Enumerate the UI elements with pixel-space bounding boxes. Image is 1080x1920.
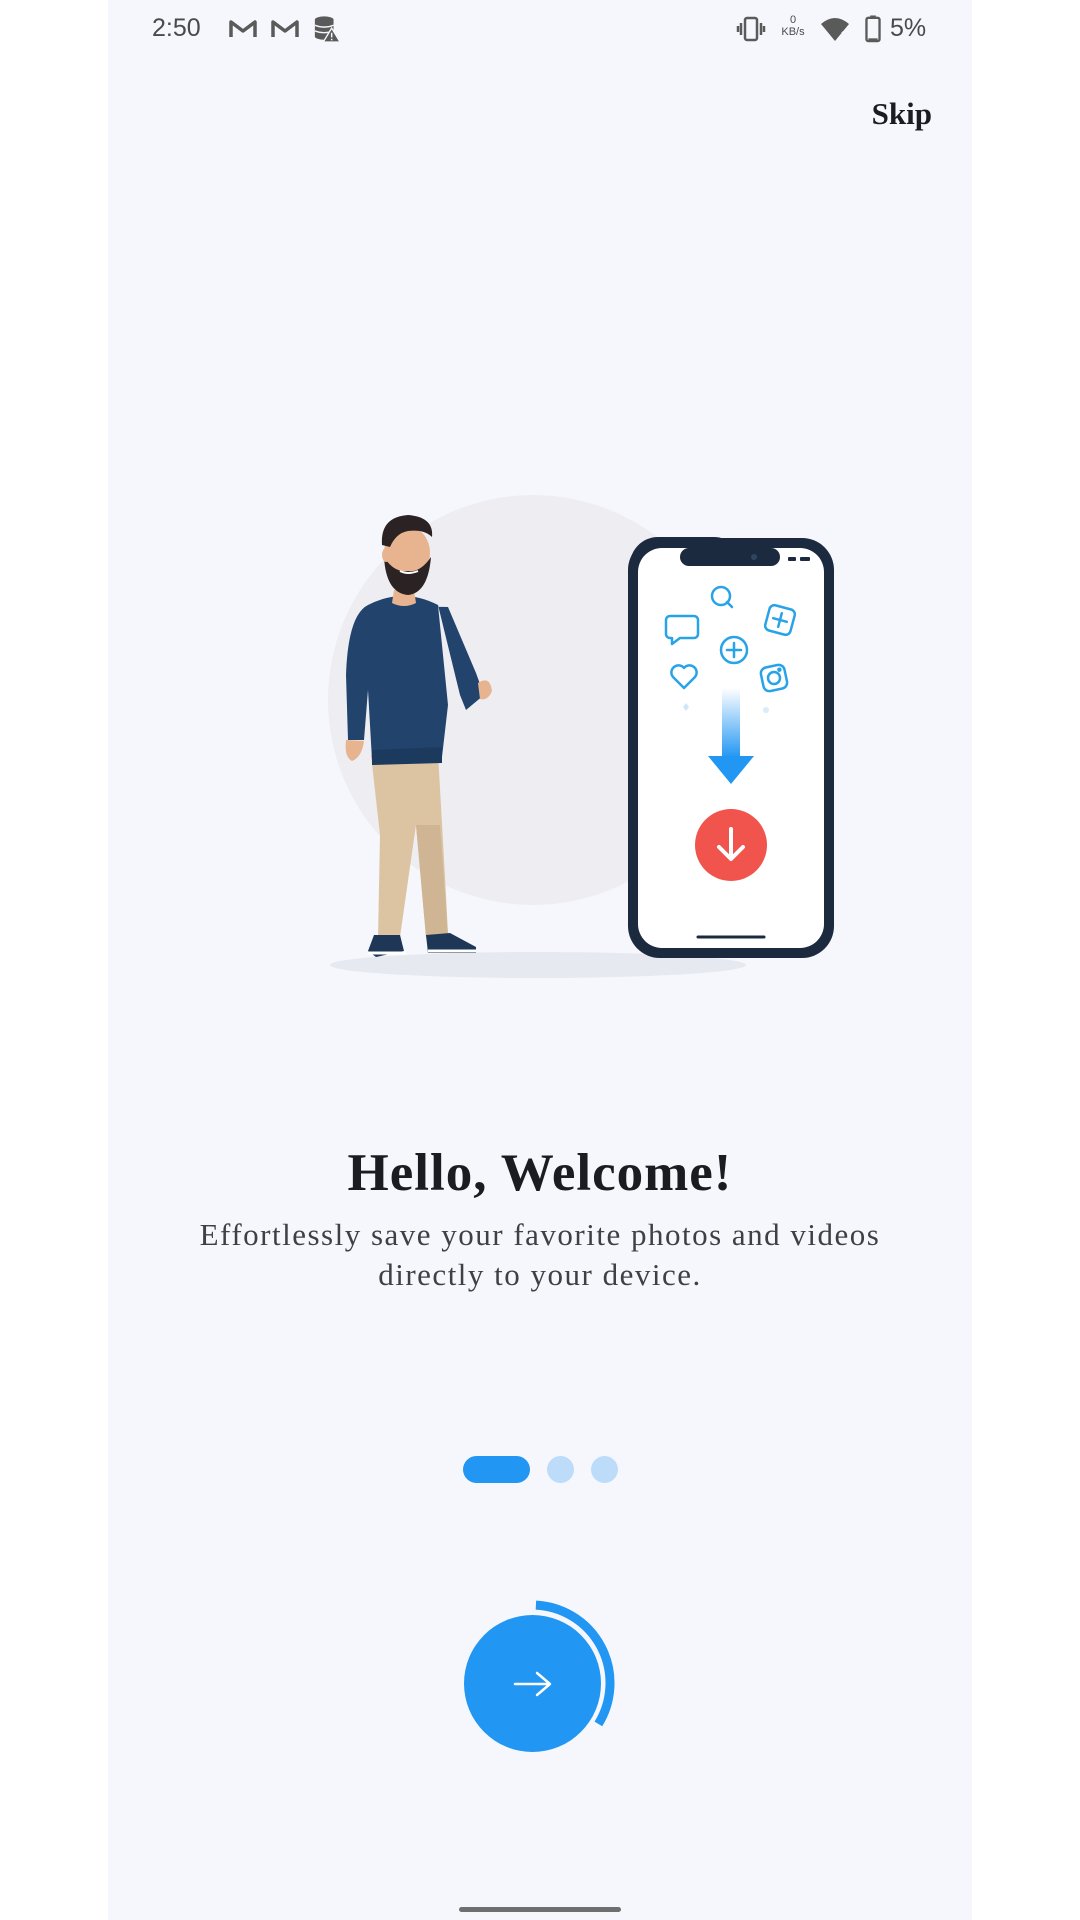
page-dot-1-active: [462, 1455, 530, 1483]
phone-screen-content: [628, 538, 834, 958]
next-button-container: [464, 1578, 640, 1754]
gesture-navigation-bar[interactable]: [459, 1907, 621, 1912]
net-speed-indicator: 0 KB/s: [776, 14, 810, 38]
status-time: 2:50: [152, 14, 201, 42]
welcome-title: Hello, Welcome!: [347, 1144, 733, 1202]
next-button[interactable]: [464, 1615, 601, 1752]
arrow-right-icon: [513, 1671, 551, 1696]
skip-button[interactable]: Skip: [872, 96, 932, 132]
welcome-subtitle: Effortlessly save your favorite photos a…: [199, 1217, 881, 1292]
status-bar: 2:50 0 KB/s 5%: [108, 0, 972, 60]
data-warning-icon: [314, 16, 342, 43]
net-speed-unit: KB/s: [781, 26, 805, 38]
page-indicator: [108, 1455, 972, 1483]
onboarding-screen: 2:50 0 KB/s 5% Skip Hello, Welcome! Effo…: [108, 0, 972, 1920]
battery-percent: 5%: [890, 14, 927, 42]
page-dot-3: [590, 1455, 618, 1483]
battery-icon: [865, 15, 881, 43]
download-button-illustration: [695, 809, 767, 881]
gmail-icon: [229, 20, 257, 37]
net-speed-value: 0: [789, 14, 797, 26]
gmail-icon: [271, 20, 299, 37]
wifi-icon: [821, 18, 849, 41]
page-dot-2: [546, 1455, 574, 1483]
vibrate-icon: [736, 16, 766, 42]
